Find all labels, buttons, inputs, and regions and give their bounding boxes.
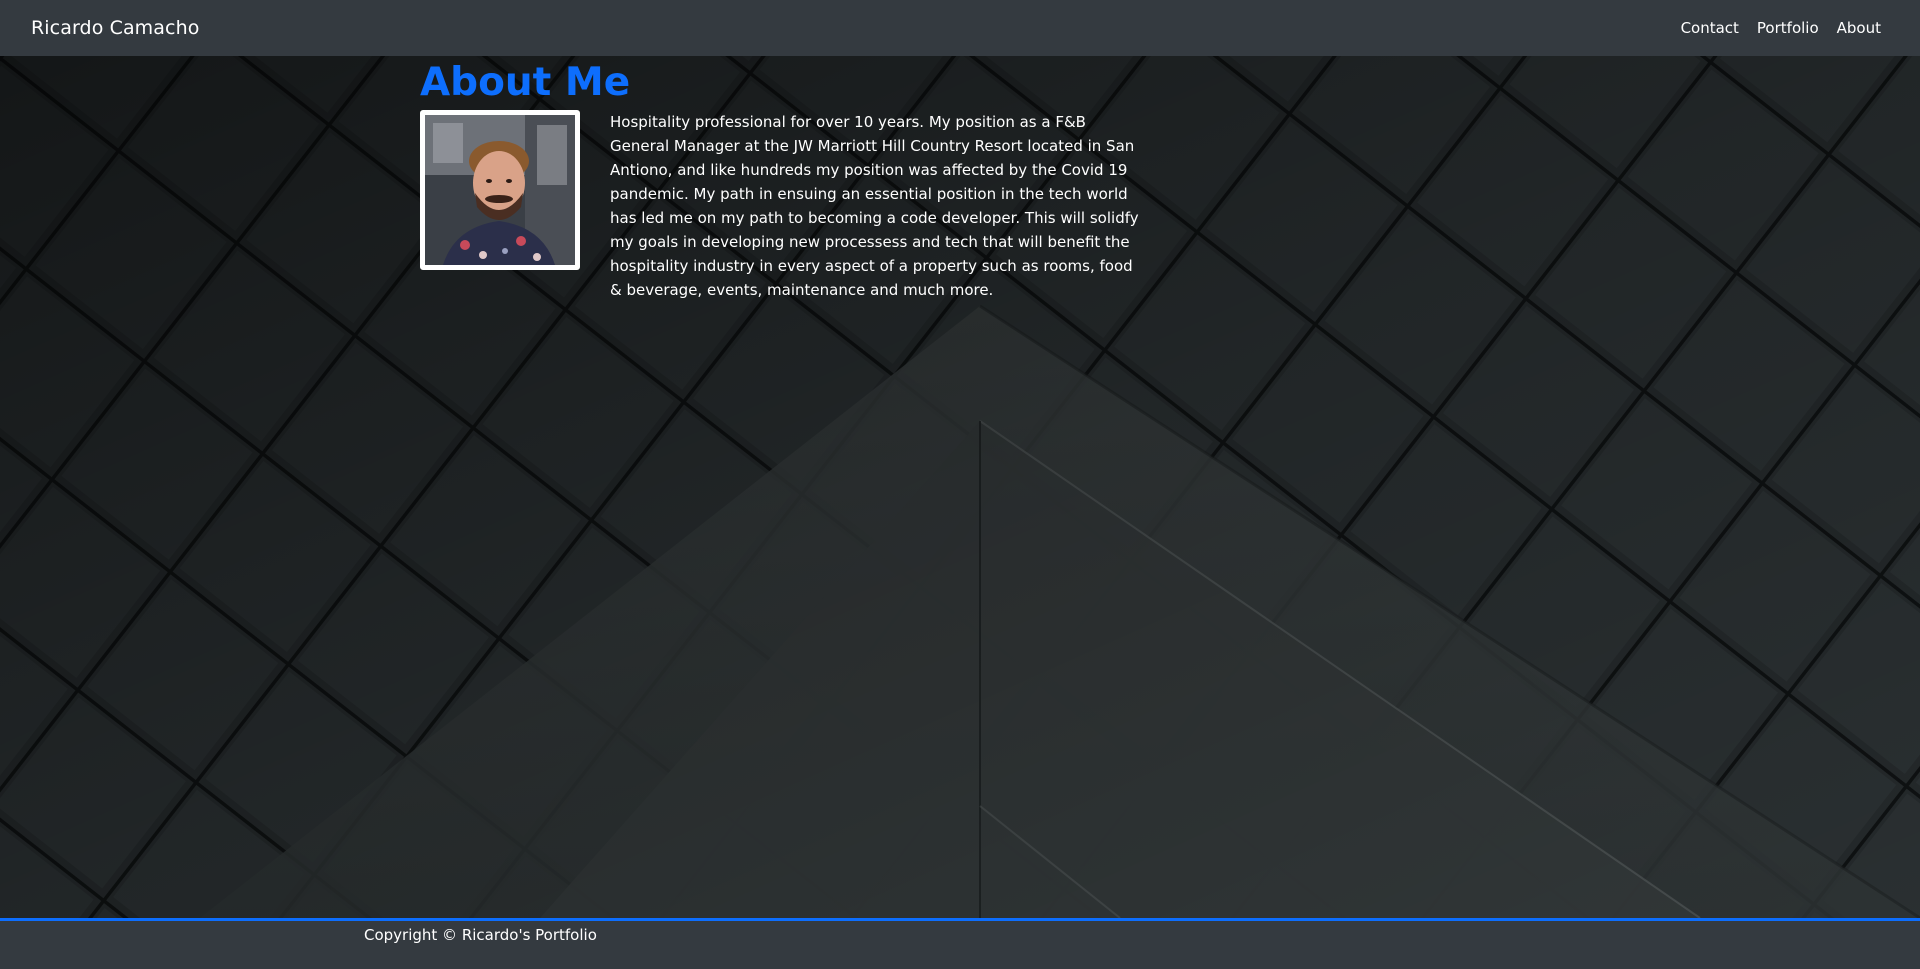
about-description: Hospitality professional for over 10 yea… xyxy=(610,113,1139,299)
about-row: Hospitality professional for over 10 yea… xyxy=(420,110,1140,302)
navbar: Ricardo Camacho Contact Portfolio About xyxy=(0,0,1920,56)
profile-photo-icon xyxy=(425,115,575,265)
avatar xyxy=(420,110,580,270)
footer: Copyright © Ricardo's Portfolio xyxy=(0,918,1920,969)
nav-links: Contact Portfolio About xyxy=(1681,19,1881,37)
nav-link-about[interactable]: About xyxy=(1837,19,1881,37)
copyright-text: Copyright © Ricardo's Portfolio xyxy=(364,926,597,944)
brand-link[interactable]: Ricardo Camacho xyxy=(31,17,199,39)
page-title: About Me xyxy=(420,60,631,105)
nav-link-contact[interactable]: Contact xyxy=(1681,19,1739,37)
nav-link-portfolio[interactable]: Portfolio xyxy=(1757,19,1819,37)
about-section: About Me Hospitality professional for ov… xyxy=(420,56,1140,302)
